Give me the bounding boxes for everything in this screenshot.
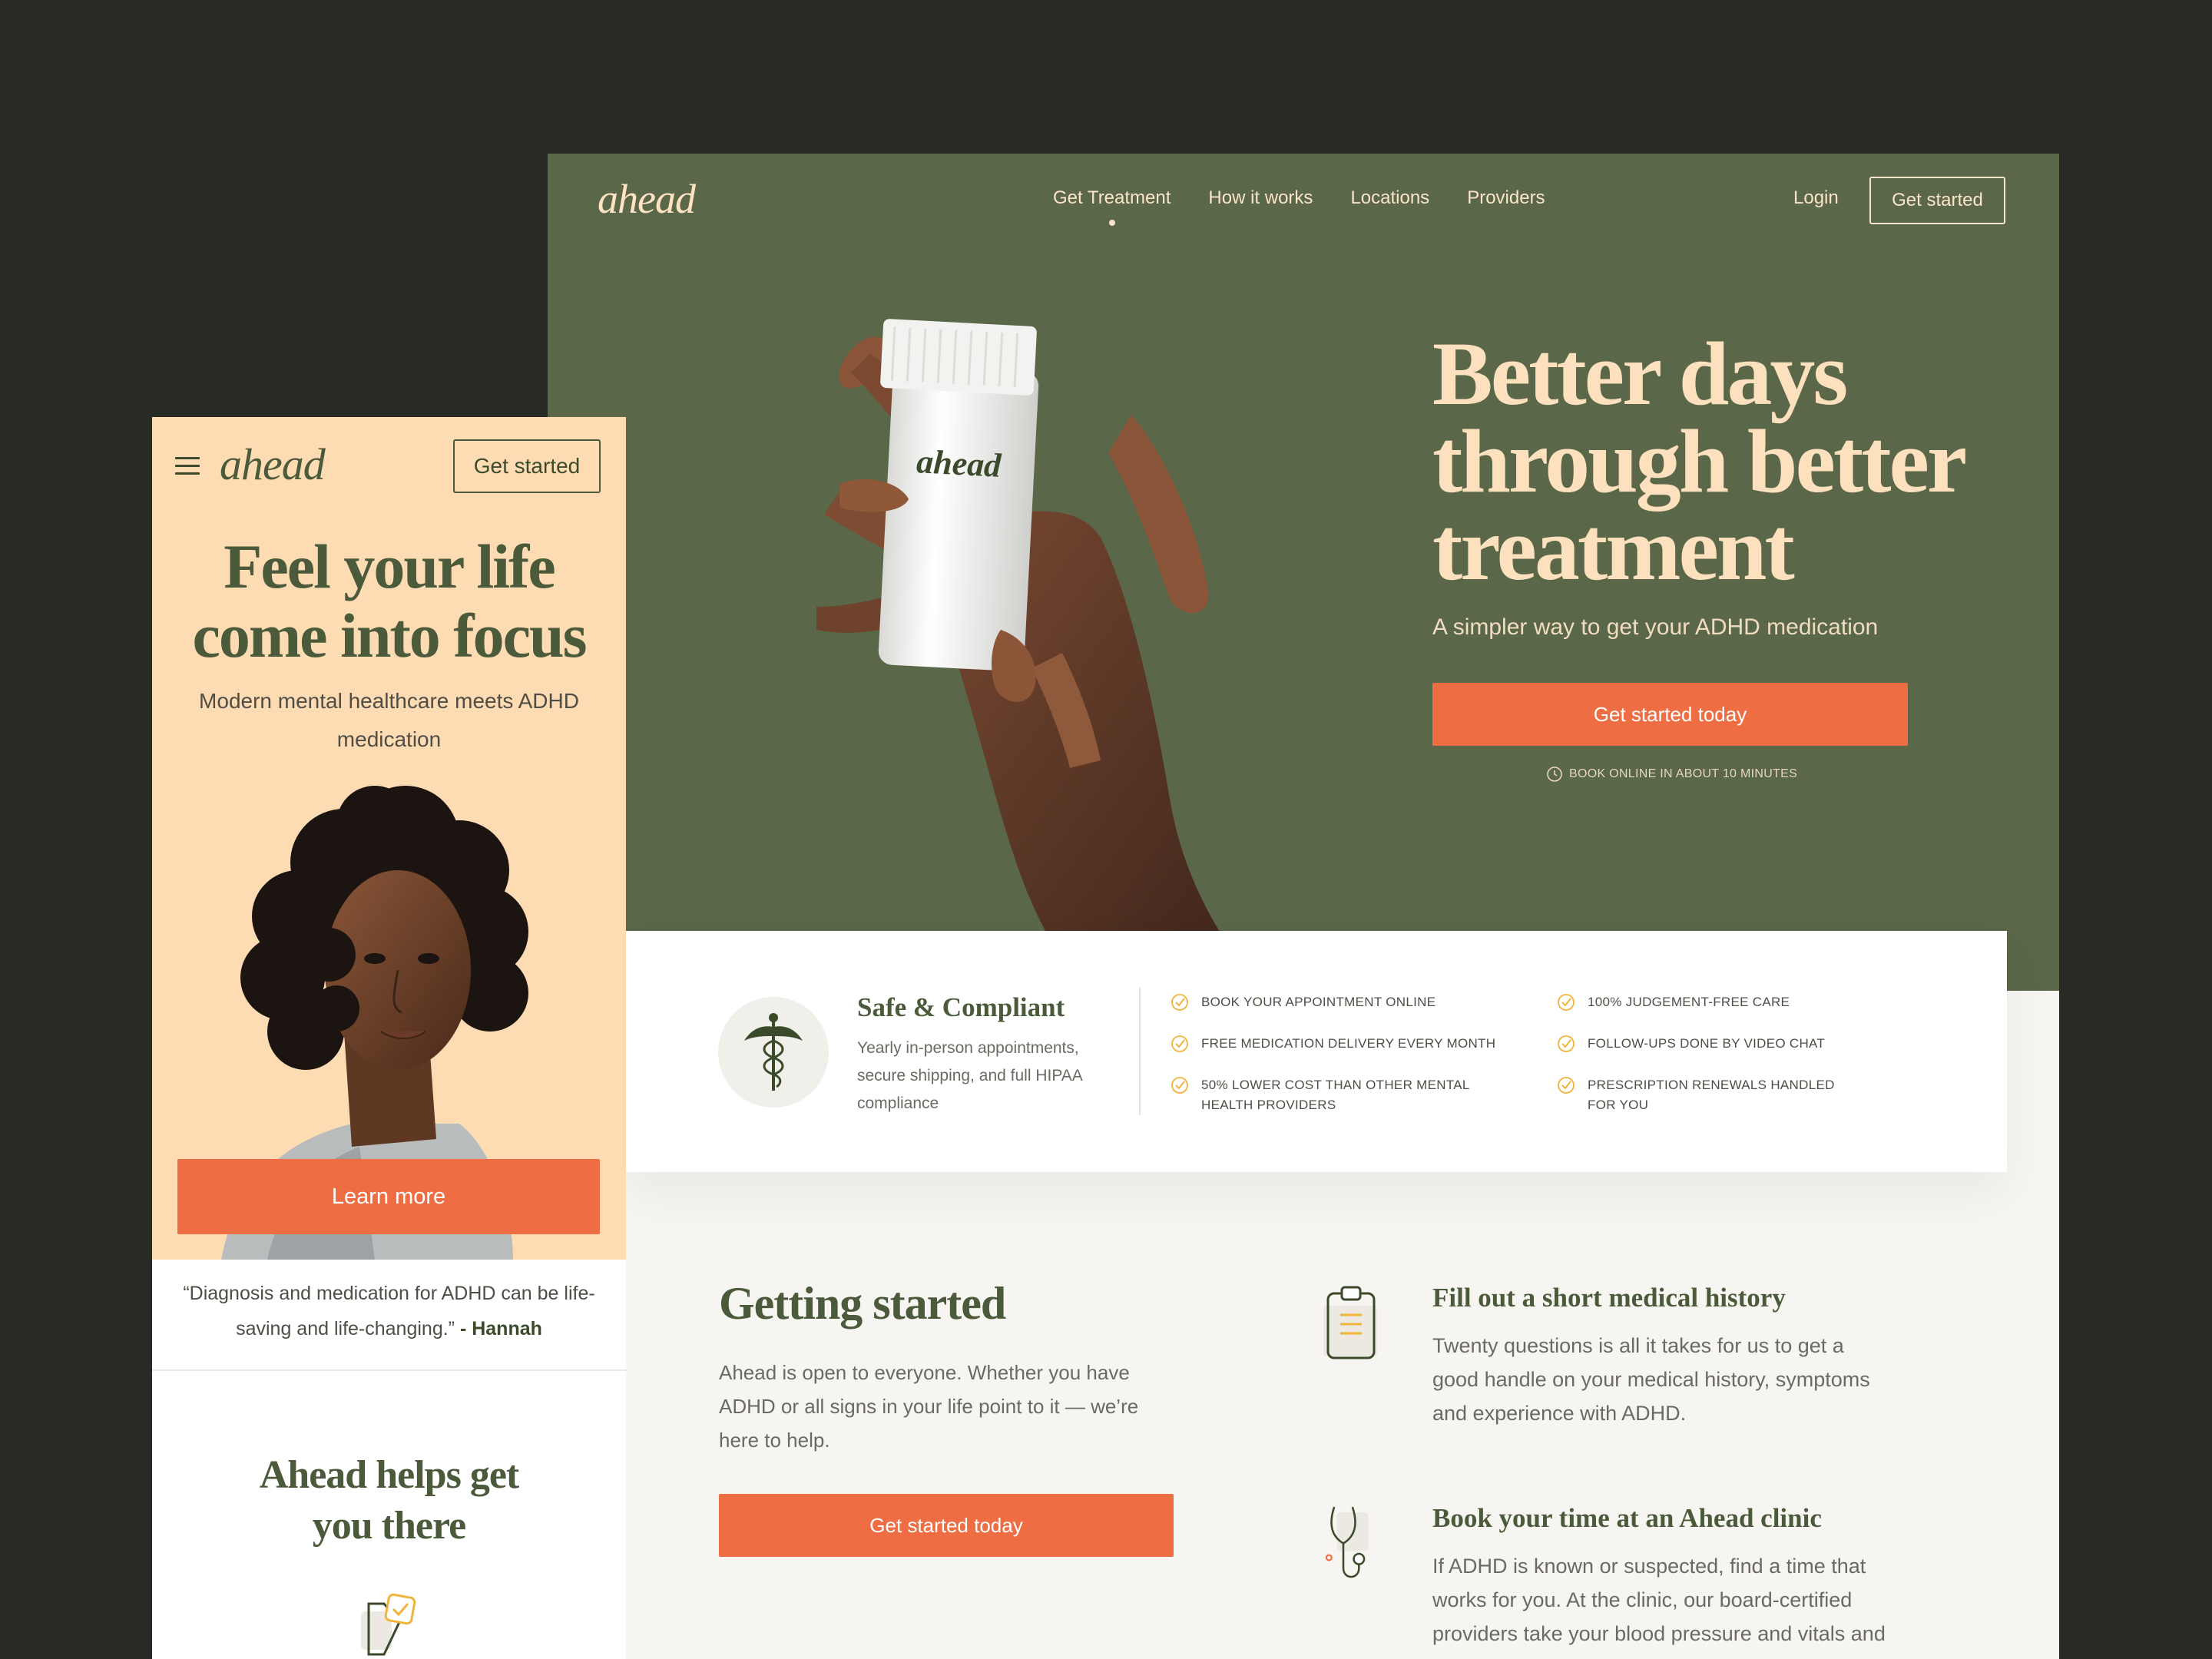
features-title: Safe & Compliant xyxy=(857,992,1065,1022)
feature-text: 50% LOWER COST THAN OTHER MENTAL HEALTH … xyxy=(1201,1078,1470,1112)
testimonial-quote: “Diagnosis and medication for ADHD can b… xyxy=(152,1276,626,1346)
feature-item: 100% JUDGEMENT-FREE CARE xyxy=(1557,992,1918,1012)
mobile-page: ahead Get started Feel your life come in… xyxy=(152,417,626,1659)
nav-providers[interactable]: Providers xyxy=(1467,187,1545,209)
feature-text: FOLLOW-UPS DONE BY VIDEO CHAT xyxy=(1588,1036,1826,1051)
feature-text: 100% JUDGEMENT-FREE CARE xyxy=(1588,995,1790,1009)
features-divider xyxy=(1139,988,1141,1115)
feature-item: FREE MEDICATION DELIVERY EVERY MONTH xyxy=(1171,1034,1532,1054)
check-circle-icon xyxy=(1171,1077,1188,1094)
mobile-title-line-1: Feel your life xyxy=(224,531,555,601)
caduceus-badge xyxy=(718,997,829,1108)
hero-title-line-2: through better xyxy=(1432,411,1967,512)
feature-item: FOLLOW-UPS DONE BY VIDEO CHAT xyxy=(1557,1034,1918,1054)
clock-icon xyxy=(1547,767,1562,782)
mobile-hero-subtitle: Modern mental healthcare meets ADHD medi… xyxy=(199,689,579,751)
book-online-note: BOOK ONLINE IN ABOUT 10 MINUTES xyxy=(1546,766,1797,783)
features-list-2: 100% JUDGEMENT-FREE CARE FOLLOW-UPS DONE… xyxy=(1557,992,1918,1137)
hero-subtitle: A simpler way to get your ADHD medicatio… xyxy=(1432,614,1879,640)
mobile-logo[interactable]: ahead xyxy=(220,439,326,490)
hero-section: ahead Get Treatment How it works Locatio… xyxy=(548,154,2059,991)
nav-get-treatment[interactable]: Get Treatment xyxy=(1053,187,1171,209)
nav-locations[interactable]: Locations xyxy=(1350,187,1429,209)
desktop-page: ahead Get Treatment How it works Locatio… xyxy=(548,154,2059,1659)
nav-how-it-works[interactable]: How it works xyxy=(1208,187,1313,209)
feature-text: PRESCRIPTION RENEWALS HANDLED FOR YOU xyxy=(1588,1078,1835,1112)
check-circle-icon xyxy=(1558,1035,1575,1052)
hero-get-started-button[interactable]: Get started today xyxy=(1432,683,1908,746)
getting-started-button[interactable]: Get started today xyxy=(719,1494,1174,1557)
caduceus-icon xyxy=(744,1013,803,1091)
feature-item: 50% LOWER COST THAN OTHER MENTAL HEALTH … xyxy=(1171,1075,1532,1115)
nav-menu: Get Treatment How it works Locations Pro… xyxy=(1053,187,1583,209)
step-book-clinic: Book your time at an Ahead clinic If ADH… xyxy=(1325,1503,1893,1651)
check-circle-icon xyxy=(1558,994,1575,1011)
check-circle-icon xyxy=(1171,1035,1188,1052)
mobile-hero: ahead Get started Feel your life come in… xyxy=(152,417,626,1260)
quote-author: - Hannah xyxy=(459,1318,542,1339)
login-link[interactable]: Login xyxy=(1793,187,1839,209)
feature-text: FREE MEDICATION DELIVERY EVERY MONTH xyxy=(1201,1036,1496,1051)
feature-text: BOOK YOUR APPOINTMENT ONLINE xyxy=(1201,995,1436,1009)
clipboard-icon xyxy=(1323,1286,1377,1359)
features-list-1: BOOK YOUR APPOINTMENT ONLINE FREE MEDICA… xyxy=(1171,992,1532,1137)
stethoscope-icon xyxy=(1325,1506,1369,1578)
mobile-get-started-button[interactable]: Get started xyxy=(453,439,601,493)
step-text: Twenty questions is all it takes for us … xyxy=(1432,1334,1870,1425)
phone-check-icon xyxy=(361,1593,416,1656)
check-circle-icon xyxy=(1558,1077,1575,1094)
features-description: Yearly in-person appointments, secure sh… xyxy=(857,1039,1082,1112)
mobile-title-line-2: come into focus xyxy=(192,601,587,671)
bottle-label: ahead xyxy=(916,442,1002,485)
step-title: Fill out a short medical history xyxy=(1432,1283,1786,1313)
feature-item: BOOK YOUR APPOINTMENT ONLINE xyxy=(1171,992,1532,1012)
helps-title: Ahead helps get you there xyxy=(259,1453,519,1548)
top-nav: ahead Get Treatment How it works Locatio… xyxy=(548,154,2059,250)
getting-started-text: Ahead is open to everyone. Whether you h… xyxy=(719,1361,1139,1452)
learn-more-button[interactable]: Learn more xyxy=(177,1159,600,1234)
step-title: Book your time at an Ahead clinic xyxy=(1432,1503,1822,1533)
hero-title-line-1: Better days xyxy=(1432,323,1848,424)
mobile-divider xyxy=(152,1369,626,1371)
hamburger-menu-icon[interactable] xyxy=(175,457,200,480)
feature-item: PRESCRIPTION RENEWALS HANDLED FOR YOU xyxy=(1557,1075,1918,1115)
step-medical-history: Fill out a short medical history Twenty … xyxy=(1323,1283,1893,1430)
logo[interactable]: ahead xyxy=(598,175,696,223)
features-card: Safe & Compliant Yearly in-person appoin… xyxy=(624,931,2007,1172)
step-text: If ADHD is known or suspected, find a ti… xyxy=(1432,1555,1886,1645)
check-circle-icon xyxy=(1171,994,1188,1011)
book-online-text: BOOK ONLINE IN ABOUT 10 MINUTES xyxy=(1569,767,1798,780)
mobile-hero-title: Feel your life come into focus xyxy=(152,532,626,671)
hero-title: Better days through better treatment xyxy=(1432,329,2032,594)
nav-get-started-button[interactable]: Get started xyxy=(1869,177,2005,224)
hero-hand-bottle-image: ahead xyxy=(816,319,1262,991)
getting-started-title: Getting started xyxy=(719,1278,1006,1329)
hero-title-line-3: treatment xyxy=(1432,498,1795,599)
